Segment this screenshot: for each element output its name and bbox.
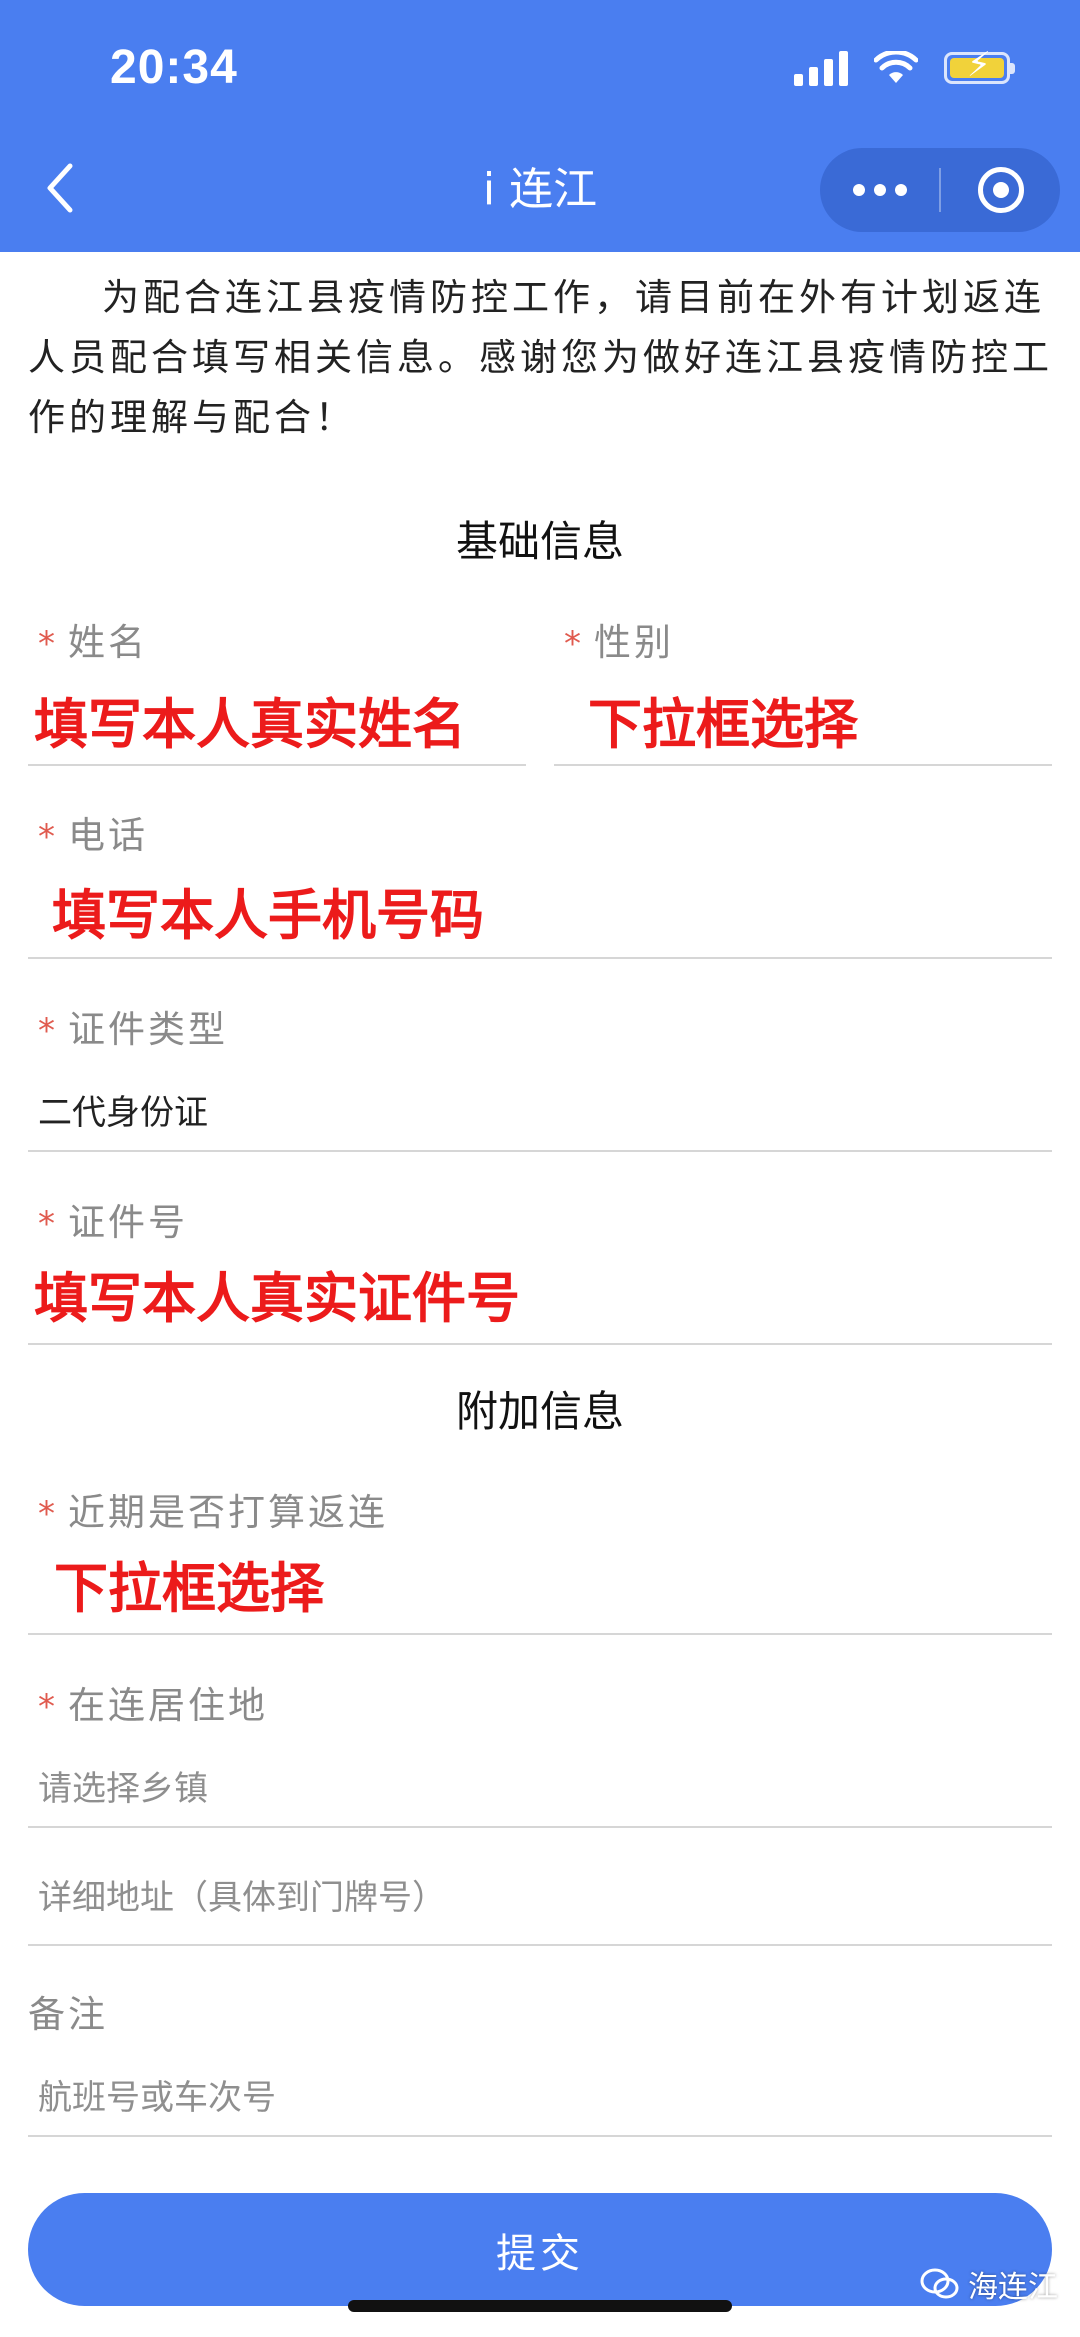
app-header: 20:34 ⚡ i 连江 [0, 0, 1080, 252]
submit-button[interactable]: 提交 [28, 2193, 1052, 2306]
status-time: 20:34 [110, 41, 238, 94]
id-number-hint-overlay: 填写本人真实证件号 [34, 1267, 520, 1330]
cellular-signal-icon [794, 50, 848, 86]
phone-hint-overlay: 填写本人手机号码 [52, 884, 484, 947]
section-title-basic: 基础信息 [455, 517, 624, 566]
address-field[interactable]: 详细地址（具体到门牌号） [28, 1830, 1052, 1946]
home-indicator[interactable] [348, 2300, 732, 2312]
return-plan-hint-overlay: 下拉框选择 [54, 1557, 324, 1620]
name-hint-overlay: 填写本人真实姓名 [34, 693, 466, 756]
close-target-icon[interactable] [941, 148, 1060, 232]
section-title-extra: 附加信息 [455, 1387, 624, 1436]
intro-text: 为配合连江县疫情防控工作，请目前在外有计划返连人员配合填写相关信息。感谢您为做好… [28, 276, 1053, 439]
residence-field[interactable]: * 在连居住地 请选择乡镇 [28, 1663, 1052, 1828]
more-options-icon[interactable] [820, 148, 939, 232]
remark-placeholder: 航班号或车次号 [38, 2078, 276, 2118]
remark-label: 备注 [28, 1993, 108, 2036]
id-type-field[interactable]: * 证件类型 二代身份证 [28, 987, 1052, 1152]
mini-program-capsule [820, 148, 1060, 232]
residence-placeholder: 请选择乡镇 [38, 1769, 208, 1809]
battery-icon: ⚡ [944, 48, 1015, 84]
id-number-field[interactable]: * 证件号 填写本人真实证件号 [28, 1180, 1052, 1345]
watermark-text: 海连江 [968, 2270, 1058, 2305]
gender-field[interactable]: * 性别 下拉框选择 [554, 600, 1052, 766]
name-field[interactable]: * 姓名 填写本人真实姓名 [28, 600, 526, 766]
id-type-value: 二代身份证 [38, 1093, 208, 1133]
wechat-icon [920, 2268, 959, 2299]
wifi-icon [874, 51, 918, 83]
remark-field[interactable]: 备注 航班号或车次号 [28, 1972, 1052, 2137]
watermark: 海连江 [920, 2262, 1058, 2306]
status-icons: ⚡ [794, 48, 1015, 86]
address-placeholder: 详细地址（具体到门牌号） [38, 1878, 446, 1918]
phone-field[interactable]: * 电话 填写本人手机号码 [28, 793, 1052, 959]
gender-hint-overlay: 下拉框选择 [588, 693, 858, 756]
return-plan-field[interactable]: * 近期是否打算返连 下拉框选择 [28, 1470, 1052, 1635]
